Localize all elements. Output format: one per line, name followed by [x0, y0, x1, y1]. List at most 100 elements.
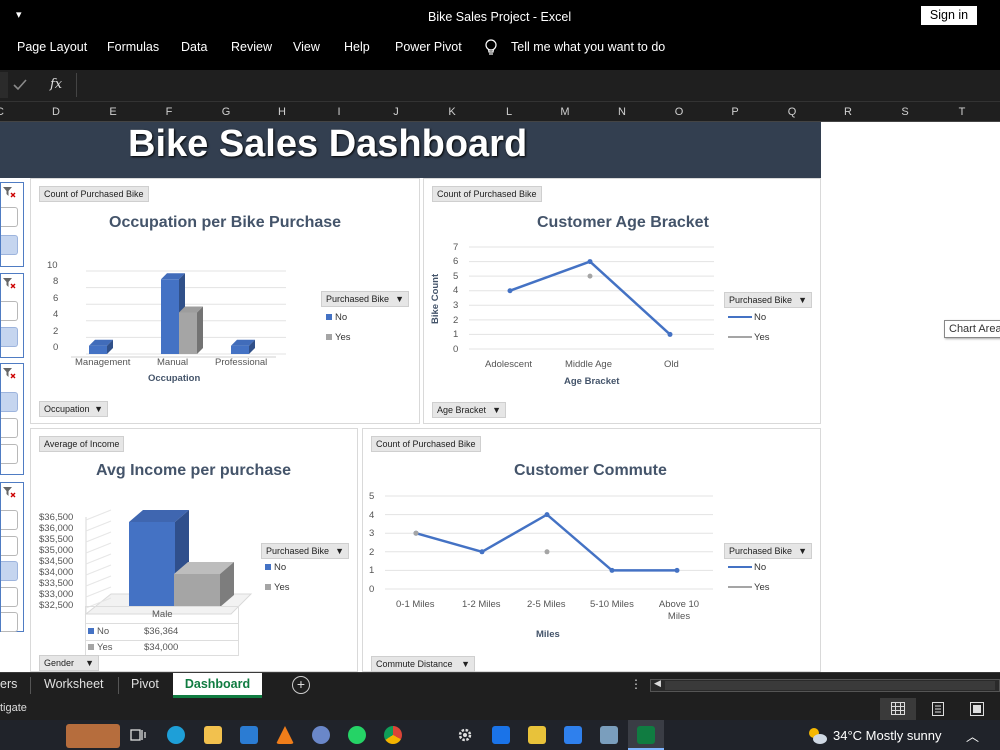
column-header[interactable]: R [820, 106, 876, 118]
add-sheet-button[interactable]: + [292, 676, 310, 694]
legend-field-button[interactable]: Purchased Bike ▼ [321, 291, 409, 307]
worksheet-grid[interactable]: Bike Sales Dashboard Count of Purchased … [0, 122, 1000, 672]
clear-filter-icon[interactable] [2, 367, 16, 379]
scrollbar-thumb[interactable] [665, 681, 995, 690]
chevron-up-icon[interactable]: ︿ [966, 726, 979, 745]
slicer-item-selected[interactable] [1, 561, 18, 581]
column-header[interactable]: I [311, 106, 367, 118]
column-header[interactable]: O [651, 106, 707, 118]
sheet-tab-dashboard[interactable]: Dashboard [173, 673, 262, 698]
column-header[interactable]: G [198, 106, 254, 118]
value-field-button[interactable]: Average of Income [39, 436, 125, 452]
column-header[interactable]: P [707, 106, 763, 118]
page-break-view-icon[interactable] [970, 702, 984, 716]
column-header[interactable]: F [141, 106, 197, 118]
axis-field-button[interactable]: Occupation ▼ [39, 401, 108, 417]
axis-field-button[interactable]: Commute Distance ▼ [371, 656, 475, 672]
enter-check-icon[interactable] [13, 79, 27, 91]
sheet-tab-worksheet[interactable]: Worksheet [44, 673, 104, 698]
value-field-button[interactable]: Count of Purchased Bike [371, 436, 481, 452]
scroll-left-icon[interactable]: ◀ [654, 678, 661, 689]
tab-review[interactable]: Review [231, 40, 272, 54]
slicer-item-selected[interactable] [1, 235, 18, 255]
app-icon[interactable] [312, 726, 330, 744]
commute-chart[interactable]: Count of Purchased Bike Customer Commute… [362, 428, 821, 672]
legend-field-button[interactable]: Purchased Bike ▼ [724, 292, 812, 308]
mail-icon[interactable] [240, 726, 258, 744]
file-explorer-icon[interactable] [204, 726, 222, 744]
clear-filter-icon[interactable] [2, 186, 16, 198]
column-header[interactable]: J [368, 106, 424, 118]
slicer-item[interactable] [1, 612, 18, 632]
slicer-item[interactable] [1, 587, 18, 607]
slicer-item[interactable] [1, 301, 18, 321]
y-tick: 4 [453, 285, 459, 296]
sticky-notes-icon[interactable] [528, 726, 546, 744]
axis-field-label: Gender [44, 658, 75, 668]
normal-view-button[interactable] [880, 698, 916, 720]
column-header[interactable]: S [877, 106, 933, 118]
task-view-icon[interactable] [130, 727, 146, 743]
column-header[interactable]: E [85, 106, 141, 118]
slicer-item[interactable] [1, 536, 18, 556]
slicer-item[interactable] [1, 510, 18, 530]
tab-page-layout[interactable]: Page Layout [17, 40, 87, 54]
tab-power-pivot[interactable]: Power Pivot [395, 40, 462, 54]
horizontal-scrollbar[interactable]: ◀ [650, 678, 1000, 692]
whatsapp-icon[interactable] [348, 726, 366, 744]
sheet-tab-partial[interactable]: ers [0, 673, 30, 698]
clear-filter-icon[interactable] [2, 486, 16, 498]
paint-icon[interactable] [600, 726, 618, 744]
slicer-item[interactable] [1, 207, 18, 227]
column-header[interactable]: K [424, 106, 480, 118]
legend-swatch [728, 316, 752, 319]
age-bracket-chart[interactable]: Count of Purchased Bike Customer Age Bra… [423, 178, 821, 424]
wallpaper-thumbnail-icon[interactable] [66, 724, 120, 748]
slicer-item-selected[interactable] [1, 392, 18, 412]
chrome-icon[interactable] [384, 726, 402, 744]
edge-icon[interactable] [167, 726, 185, 744]
weather-sun-cloud-icon[interactable] [806, 725, 828, 745]
value-field-button[interactable]: Count of Purchased Bike [39, 186, 149, 202]
clear-filter-icon[interactable] [2, 277, 16, 289]
page-layout-view-icon[interactable] [931, 702, 945, 716]
settings-gear-icon[interactable] [456, 726, 474, 744]
column-header[interactable]: D [28, 106, 84, 118]
column-header[interactable]: H [254, 106, 310, 118]
column-header[interactable]: C [0, 106, 28, 118]
name-box[interactable] [0, 72, 8, 98]
sign-in-button[interactable]: Sign in [921, 6, 977, 25]
column-header[interactable]: L [481, 106, 537, 118]
more-options-icon[interactable]: ⋮ [630, 677, 642, 691]
screen-recorder-icon[interactable] [492, 726, 510, 744]
vscode-icon[interactable] [564, 726, 582, 744]
axis-field-button[interactable]: Gender ▼ [39, 655, 99, 671]
column-header[interactable]: M [537, 106, 593, 118]
weather-text[interactable]: 34°C Mostly sunny [833, 728, 942, 743]
column-header[interactable]: N [594, 106, 650, 118]
quick-access-menu-icon[interactable]: ▾ [16, 8, 22, 21]
sheet-tab-pivot[interactable]: Pivot [131, 673, 159, 698]
slicer-item-selected[interactable] [1, 327, 18, 347]
y-tick: 4 [53, 309, 59, 320]
slicer-item[interactable] [1, 418, 18, 438]
legend-field-button[interactable]: Purchased Bike ▼ [724, 543, 812, 559]
tab-data[interactable]: Data [181, 40, 207, 54]
tell-me-search[interactable]: Tell me what you want to do [511, 40, 665, 54]
occupation-chart[interactable]: Count of Purchased Bike Occupation per B… [30, 178, 420, 424]
slicer-item[interactable] [1, 444, 18, 464]
value-field-button[interactable]: Count of Purchased Bike [432, 186, 542, 202]
vlc-icon[interactable] [276, 726, 294, 744]
tab-help[interactable]: Help [344, 40, 370, 54]
y-tick: 2 [453, 315, 459, 326]
axis-field-button[interactable]: Age Bracket ▼ [432, 402, 506, 418]
tab-view[interactable]: View [293, 40, 320, 54]
legend-field-button[interactable]: Purchased Bike ▼ [261, 543, 349, 559]
excel-taskbar-button[interactable] [628, 720, 664, 750]
income-chart[interactable]: Average of Income Avg Income per purchas… [30, 428, 358, 672]
column-header[interactable]: Q [764, 106, 820, 118]
insert-function-icon[interactable]: fx [50, 77, 62, 92]
column-header[interactable]: T [934, 106, 990, 118]
formula-input[interactable] [76, 73, 1000, 97]
tab-formulas[interactable]: Formulas [107, 40, 159, 54]
